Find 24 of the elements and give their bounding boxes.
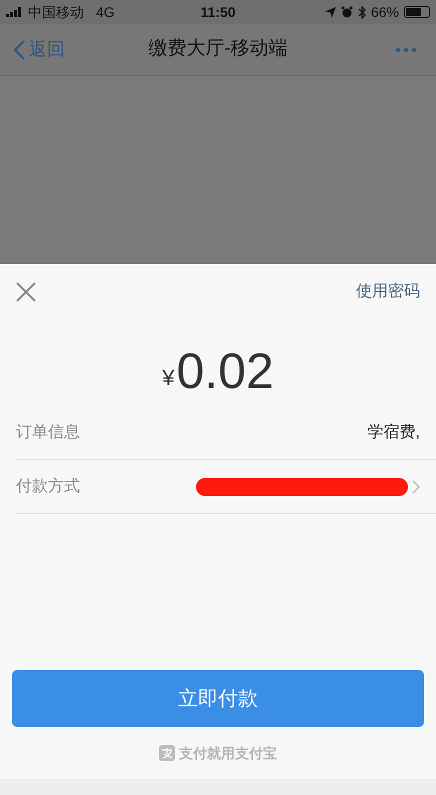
currency-symbol: ¥ <box>162 364 174 392</box>
footer-text: 支付就用支付宝 <box>179 744 277 762</box>
bluetooth-icon <box>358 6 366 18</box>
clock-time: 11:50 <box>200 2 236 22</box>
alarm-clock-icon <box>340 6 353 18</box>
carrier-name: 中国移动 <box>28 2 84 22</box>
payment-amount: 0.02 <box>176 346 274 396</box>
chevron-right-icon <box>412 480 420 494</box>
row-label: 订单信息 <box>16 422 80 442</box>
pay-now-button[interactable]: 立即付款 <box>12 670 424 727</box>
battery-icon <box>404 6 430 18</box>
page-title: 缴费大厅-移动端 <box>148 37 288 62</box>
chevron-left-icon <box>14 40 25 60</box>
signal-icon <box>6 7 24 17</box>
back-button[interactable]: 返回 <box>14 36 65 63</box>
network-type: 4G <box>96 2 115 22</box>
battery-percentage: 66% <box>370 2 400 22</box>
row-label: 付款方式 <box>16 476 80 496</box>
row-value: 学宿费, <box>368 422 420 442</box>
use-password-link[interactable]: 使用密码 <box>356 280 420 304</box>
location-arrow-icon <box>324 6 336 18</box>
more-icon[interactable] <box>396 48 416 52</box>
alipay-logo-icon <box>159 745 175 761</box>
close-icon[interactable] <box>16 282 36 302</box>
